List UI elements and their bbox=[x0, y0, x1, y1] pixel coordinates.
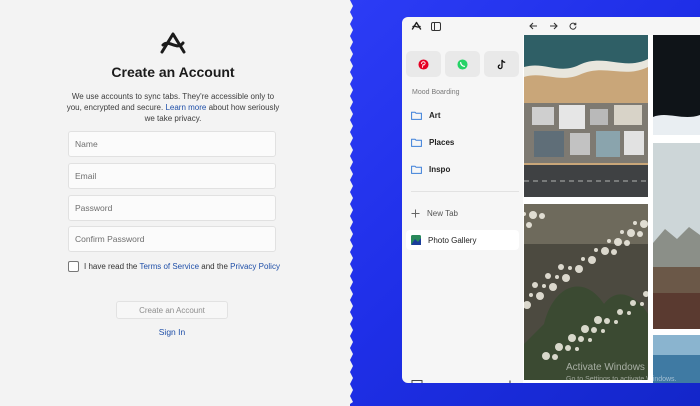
folder-places[interactable]: Places bbox=[411, 135, 454, 149]
beach-aerial-photo[interactable] bbox=[524, 35, 648, 197]
page-title: Create an Account bbox=[111, 64, 235, 80]
terms-checkbox[interactable] bbox=[68, 261, 79, 272]
folder-inspo[interactable]: Inspo bbox=[411, 162, 450, 176]
tab-photo-gallery[interactable]: Photo Gallery bbox=[406, 230, 519, 250]
terms-text: I have read the Terms of Service and the… bbox=[84, 262, 280, 271]
folder-label: Art bbox=[429, 110, 441, 120]
gallery-favicon-icon bbox=[411, 235, 421, 245]
folder-label: Places bbox=[429, 137, 455, 147]
arc-logo-icon bbox=[160, 32, 186, 54]
terms-row: I have read the Terms of Service and the… bbox=[68, 260, 280, 273]
folder-icon bbox=[411, 165, 422, 174]
sign-in-link[interactable]: Sign In bbox=[146, 327, 198, 337]
signup-panel: Create an Account We use accounts to syn… bbox=[0, 0, 354, 406]
snow-night-photo[interactable] bbox=[653, 35, 700, 135]
browser-window: Mood Boarding Art Places Inspo New Tab P… bbox=[402, 17, 700, 383]
photo-gallery bbox=[523, 35, 700, 383]
new-tab-label: New Tab bbox=[427, 208, 458, 218]
activate-windows-subtitle: Go to Settings to activate Windows. bbox=[566, 376, 677, 383]
new-tab-button[interactable]: New Tab bbox=[411, 206, 458, 220]
space-title: Mood Boarding bbox=[412, 89, 460, 96]
reload-icon[interactable] bbox=[566, 19, 580, 33]
password-field[interactable] bbox=[68, 195, 276, 221]
terms-of-service-link[interactable]: Terms of Service bbox=[139, 262, 199, 271]
name-field[interactable] bbox=[68, 131, 276, 157]
mountain-landscape-photo[interactable] bbox=[653, 143, 700, 329]
privacy-policy-link[interactable]: Privacy Policy bbox=[230, 262, 280, 271]
arc-logo-icon[interactable] bbox=[409, 19, 423, 33]
sidebar-divider bbox=[411, 191, 519, 192]
pinterest-icon bbox=[418, 58, 429, 70]
browser-sidebar: Mood Boarding Art Places Inspo New Tab P… bbox=[402, 35, 523, 383]
activate-windows-title: Activate Windows bbox=[566, 362, 645, 373]
tiktok-icon bbox=[497, 59, 505, 69]
folder-icon bbox=[411, 111, 422, 120]
terms-prefix: I have read the bbox=[84, 262, 140, 271]
plus-icon bbox=[411, 209, 420, 217]
archive-icon[interactable] bbox=[411, 379, 423, 383]
create-account-button[interactable]: Create an Account bbox=[116, 301, 228, 319]
favorite-pinterest[interactable] bbox=[406, 51, 441, 77]
plus-icon[interactable] bbox=[504, 379, 516, 383]
favorite-tiktok[interactable] bbox=[484, 51, 519, 77]
email-field[interactable] bbox=[68, 163, 276, 189]
forward-arrow-icon[interactable] bbox=[546, 19, 560, 33]
folder-art[interactable]: Art bbox=[411, 108, 441, 122]
sidebar-toggle-icon[interactable] bbox=[429, 19, 443, 33]
account-description: We use accounts to sync tabs. They're ac… bbox=[66, 91, 280, 124]
hanging-lights-photo[interactable] bbox=[524, 204, 648, 380]
whatsapp-icon bbox=[457, 58, 468, 70]
terms-middle: and the bbox=[199, 262, 231, 271]
zigzag-divider bbox=[347, 0, 353, 406]
folder-label: Inspo bbox=[429, 164, 451, 174]
folder-icon bbox=[411, 138, 422, 147]
favorite-whatsapp[interactable] bbox=[445, 51, 480, 77]
browser-toolbar bbox=[402, 17, 700, 35]
tab-label: Photo Gallery bbox=[428, 235, 477, 245]
back-arrow-icon[interactable] bbox=[526, 19, 540, 33]
learn-more-link[interactable]: Learn more bbox=[165, 103, 206, 112]
confirm-password-field[interactable] bbox=[68, 226, 276, 252]
